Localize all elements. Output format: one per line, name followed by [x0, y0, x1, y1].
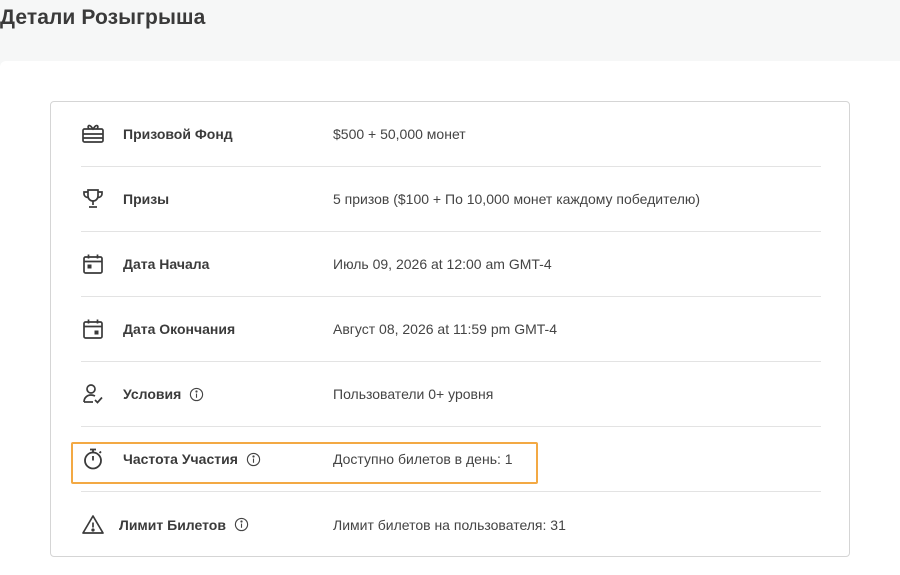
detail-label: Призы	[123, 191, 170, 207]
info-icon[interactable]	[189, 387, 204, 402]
detail-label: Дата Начала	[123, 256, 210, 272]
detail-value: Август 08, 2026 at 11:59 pm GMT-4	[333, 321, 557, 337]
detail-row-conditions: Условия Пользователи 0+ уровня	[81, 362, 821, 427]
details-panel: Призовой Фонд $500 + 50,000 монет Призы …	[0, 61, 900, 575]
stopwatch-icon	[81, 447, 105, 471]
detail-label: Лимит Билетов	[119, 517, 249, 533]
details-list: Призовой Фонд $500 + 50,000 монет Призы …	[71, 102, 821, 557]
info-icon[interactable]	[246, 452, 261, 467]
info-icon[interactable]	[234, 517, 249, 532]
warning-icon	[81, 513, 105, 537]
calendar-end-icon	[81, 317, 105, 341]
calendar-start-icon	[81, 252, 105, 276]
detail-label: Призовой Фонд	[123, 126, 233, 142]
detail-label: Условия	[123, 386, 204, 402]
user-check-icon	[81, 382, 105, 406]
detail-label: Частота Участия	[123, 451, 261, 467]
detail-label: Дата Окончания	[123, 321, 236, 337]
gift-card-icon	[81, 122, 105, 146]
detail-value: $500 + 50,000 монет	[333, 126, 466, 142]
detail-row-ticket-limit: Лимит Билетов Лимит билетов на пользоват…	[81, 492, 821, 557]
detail-value: Пользователи 0+ уровня	[333, 386, 494, 402]
detail-value: Июль 09, 2026 at 12:00 am GMT-4	[333, 256, 552, 272]
detail-row-prize-pool: Призовой Фонд $500 + 50,000 монет	[81, 102, 821, 167]
detail-row-end-date: Дата Окончания Август 08, 2026 at 11:59 …	[81, 297, 821, 362]
detail-value: Лимит билетов на пользователя: 31	[333, 516, 566, 533]
page-title: Детали Розыгрыша	[0, 6, 206, 29]
detail-row-participation-frequency: Частота Участия Доступно билетов в день:…	[71, 427, 821, 492]
giveaway-details-card: Призовой Фонд $500 + 50,000 монет Призы …	[50, 101, 850, 557]
detail-row-prizes: Призы 5 призов ($100 + По 10,000 монет к…	[81, 167, 821, 232]
trophy-icon	[81, 187, 105, 211]
detail-value: Доступно билетов в день: 1	[333, 451, 513, 467]
detail-row-start-date: Дата Начала Июль 09, 2026 at 12:00 am GM…	[81, 232, 821, 297]
detail-value: 5 призов ($100 + По 10,000 монет каждому…	[333, 191, 701, 207]
